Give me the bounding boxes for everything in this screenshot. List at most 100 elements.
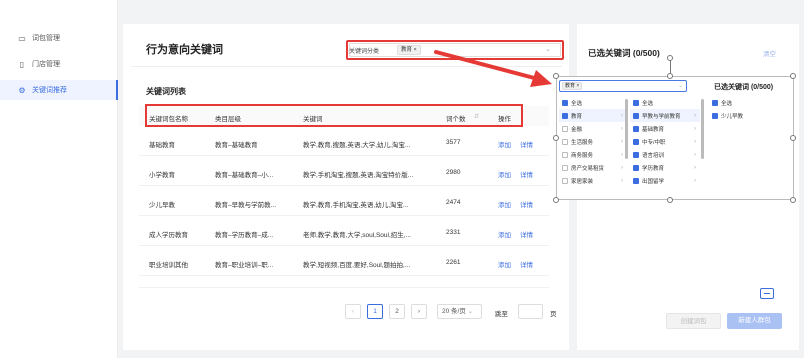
cascader-option[interactable]: 教育 › — [559, 109, 627, 122]
cell-keywords: 教学,教育,搜题,英语,大学,幼儿,淘宝... — [303, 142, 411, 149]
detail-link[interactable]: 详情 — [520, 169, 540, 179]
scrollbar[interactable] — [701, 99, 704, 159]
new-audience-button[interactable]: 新建人群包 — [727, 313, 782, 329]
cascader-option[interactable]: 少儿早教 — [709, 109, 789, 122]
add-link[interactable]: 添加 — [498, 139, 518, 149]
checkbox[interactable] — [633, 112, 639, 119]
cascader-option-label: 房产交易租赁 — [571, 165, 605, 172]
cascader-option[interactable]: 语言培训 › — [630, 148, 700, 161]
resize-handle[interactable] — [667, 73, 673, 79]
close-icon[interactable]: × — [576, 83, 579, 89]
cascader-option[interactable]: 生活服务 › — [559, 135, 627, 148]
checkbox[interactable] — [633, 177, 639, 184]
cascader-option-label: 出国留学 — [642, 178, 665, 185]
table-row: 成人学历教育 教育–学历教育–成... 老师,教学,教育,大学,soul,Soul,… — [139, 220, 549, 246]
filter-tag[interactable]: 教育 × — [397, 45, 421, 55]
page-size-select[interactable]: 20 条/页 ⌄ — [437, 304, 482, 319]
detail-link[interactable]: 详情 — [520, 229, 540, 239]
cascader-option[interactable]: 早教与学前教育 › — [630, 109, 700, 122]
chevron-right-icon: › — [694, 125, 696, 132]
scrollbar[interactable] — [625, 99, 628, 159]
prev-page-button[interactable]: ‹ — [345, 304, 361, 319]
cascader-option[interactable]: 全选 — [559, 96, 627, 109]
cascader-option[interactable]: 家居家装 › — [559, 174, 627, 187]
resize-handle[interactable] — [667, 197, 673, 203]
checkbox[interactable] — [712, 99, 718, 106]
checkbox[interactable] — [562, 177, 568, 184]
checkbox[interactable] — [562, 112, 568, 119]
resize-handle[interactable] — [790, 197, 796, 203]
add-link[interactable]: 添加 — [498, 169, 518, 179]
cascader-option[interactable]: 金融 › — [559, 122, 627, 135]
create-package-button[interactable]: 创建词包 — [666, 313, 721, 329]
chevron-right-icon: › — [621, 125, 623, 132]
col-header-count[interactable]: 词个数 — [446, 113, 466, 123]
resize-handle[interactable] — [553, 73, 559, 79]
cascader-option-label: 金融 — [571, 126, 583, 133]
cascader-option[interactable]: 全选 — [709, 96, 789, 109]
sidebar-item-package[interactable]: ▭ 词包管理 — [0, 28, 118, 48]
cascader-option[interactable]: 商务服务 › — [559, 148, 627, 161]
checkbox[interactable] — [562, 138, 568, 145]
goto-page-input[interactable] — [518, 304, 543, 319]
goto-label: 跳至 — [495, 311, 508, 318]
detail-link[interactable]: 详情 — [520, 139, 540, 149]
next-page-button[interactable]: › — [411, 304, 427, 319]
cascader-option[interactable]: 出国留学 › — [630, 174, 700, 187]
cascader-tag[interactable]: 教育 × — [562, 82, 583, 90]
chevron-down-icon[interactable]: ⌄ — [678, 82, 683, 89]
resize-handle[interactable] — [553, 135, 559, 141]
annotation-arrow — [434, 50, 552, 87]
table-row: 小学教育 教育–基础教育–小... 教学,手机淘宝,搜题,英语,淘宝特价版... 29… — [139, 160, 549, 186]
popup-selected-title: 已选关键词 (0/500) — [714, 84, 774, 91]
add-link[interactable]: 添加 — [498, 229, 518, 239]
checkbox[interactable] — [562, 99, 568, 106]
cascader-option-label: 生活服务 — [571, 139, 594, 146]
cascader-option[interactable]: 学历教育 › — [630, 161, 700, 174]
sidebar: ▭ 词包管理 ▯ 门店管理 ⚙ 关键词推荐 — [0, 0, 118, 358]
page-2-button[interactable]: 2 — [389, 304, 405, 319]
checkbox[interactable] — [633, 99, 639, 106]
cascader-option[interactable]: 全选 — [630, 96, 700, 109]
sidebar-item-label: 门店管理 — [32, 61, 60, 68]
cell-level: 教育–基础教育 — [215, 142, 258, 149]
checkbox[interactable] — [712, 112, 718, 119]
close-icon[interactable]: × — [414, 47, 417, 53]
chevron-down-icon: ⌄ — [467, 308, 474, 315]
chevron-right-icon: › — [621, 151, 623, 158]
resize-handle[interactable] — [553, 197, 559, 203]
chevron-right-icon: › — [621, 177, 623, 184]
cell-level: 教育–基础教育–小... — [215, 172, 274, 179]
chevron-right-icon: › — [621, 164, 623, 171]
checkbox[interactable] — [562, 164, 568, 171]
add-link[interactable]: 添加 — [498, 259, 518, 269]
cascader-option[interactable]: 基础教育 › — [630, 122, 700, 135]
sort-icon[interactable]: ⇵ — [474, 113, 479, 120]
detail-link[interactable]: 详情 — [520, 199, 540, 209]
cell-name: 少儿早教 — [149, 202, 175, 209]
cascader-option-label: 学历教育 — [642, 165, 665, 172]
sidebar-item-keyword-recommend[interactable]: ⚙ 关键词推荐 — [0, 80, 118, 100]
sidebar-item-store[interactable]: ▯ 门店管理 — [0, 54, 118, 74]
col-header-level: 类目层级 — [215, 116, 241, 123]
resize-handle[interactable] — [790, 73, 796, 79]
cell-count: 2261 — [446, 259, 461, 266]
cell-keywords: 教学,手机淘宝,搜题,英语,淘宝特价版... — [303, 172, 414, 179]
checkbox[interactable] — [633, 151, 639, 158]
detail-link[interactable]: 详情 — [520, 259, 540, 269]
clear-link[interactable]: 清空 — [763, 48, 776, 58]
checkbox[interactable] — [633, 138, 639, 145]
cascader-option[interactable]: 中专/中职 › — [630, 135, 700, 148]
checkbox[interactable] — [562, 151, 568, 158]
checkbox[interactable] — [633, 164, 639, 171]
checkbox[interactable] — [562, 125, 568, 132]
page-1-button[interactable]: 1 — [367, 304, 383, 319]
cell-level: 教育–学历教育–成... — [215, 232, 274, 239]
resize-handle[interactable] — [790, 135, 796, 141]
chevron-right-icon: › — [694, 151, 696, 158]
chevron-right-icon: › — [694, 112, 696, 119]
checkbox[interactable] — [633, 125, 639, 132]
cascader-option[interactable]: 房产交易租赁 › — [559, 161, 627, 174]
add-link[interactable]: 添加 — [498, 199, 518, 209]
chat-icon[interactable] — [760, 288, 774, 299]
